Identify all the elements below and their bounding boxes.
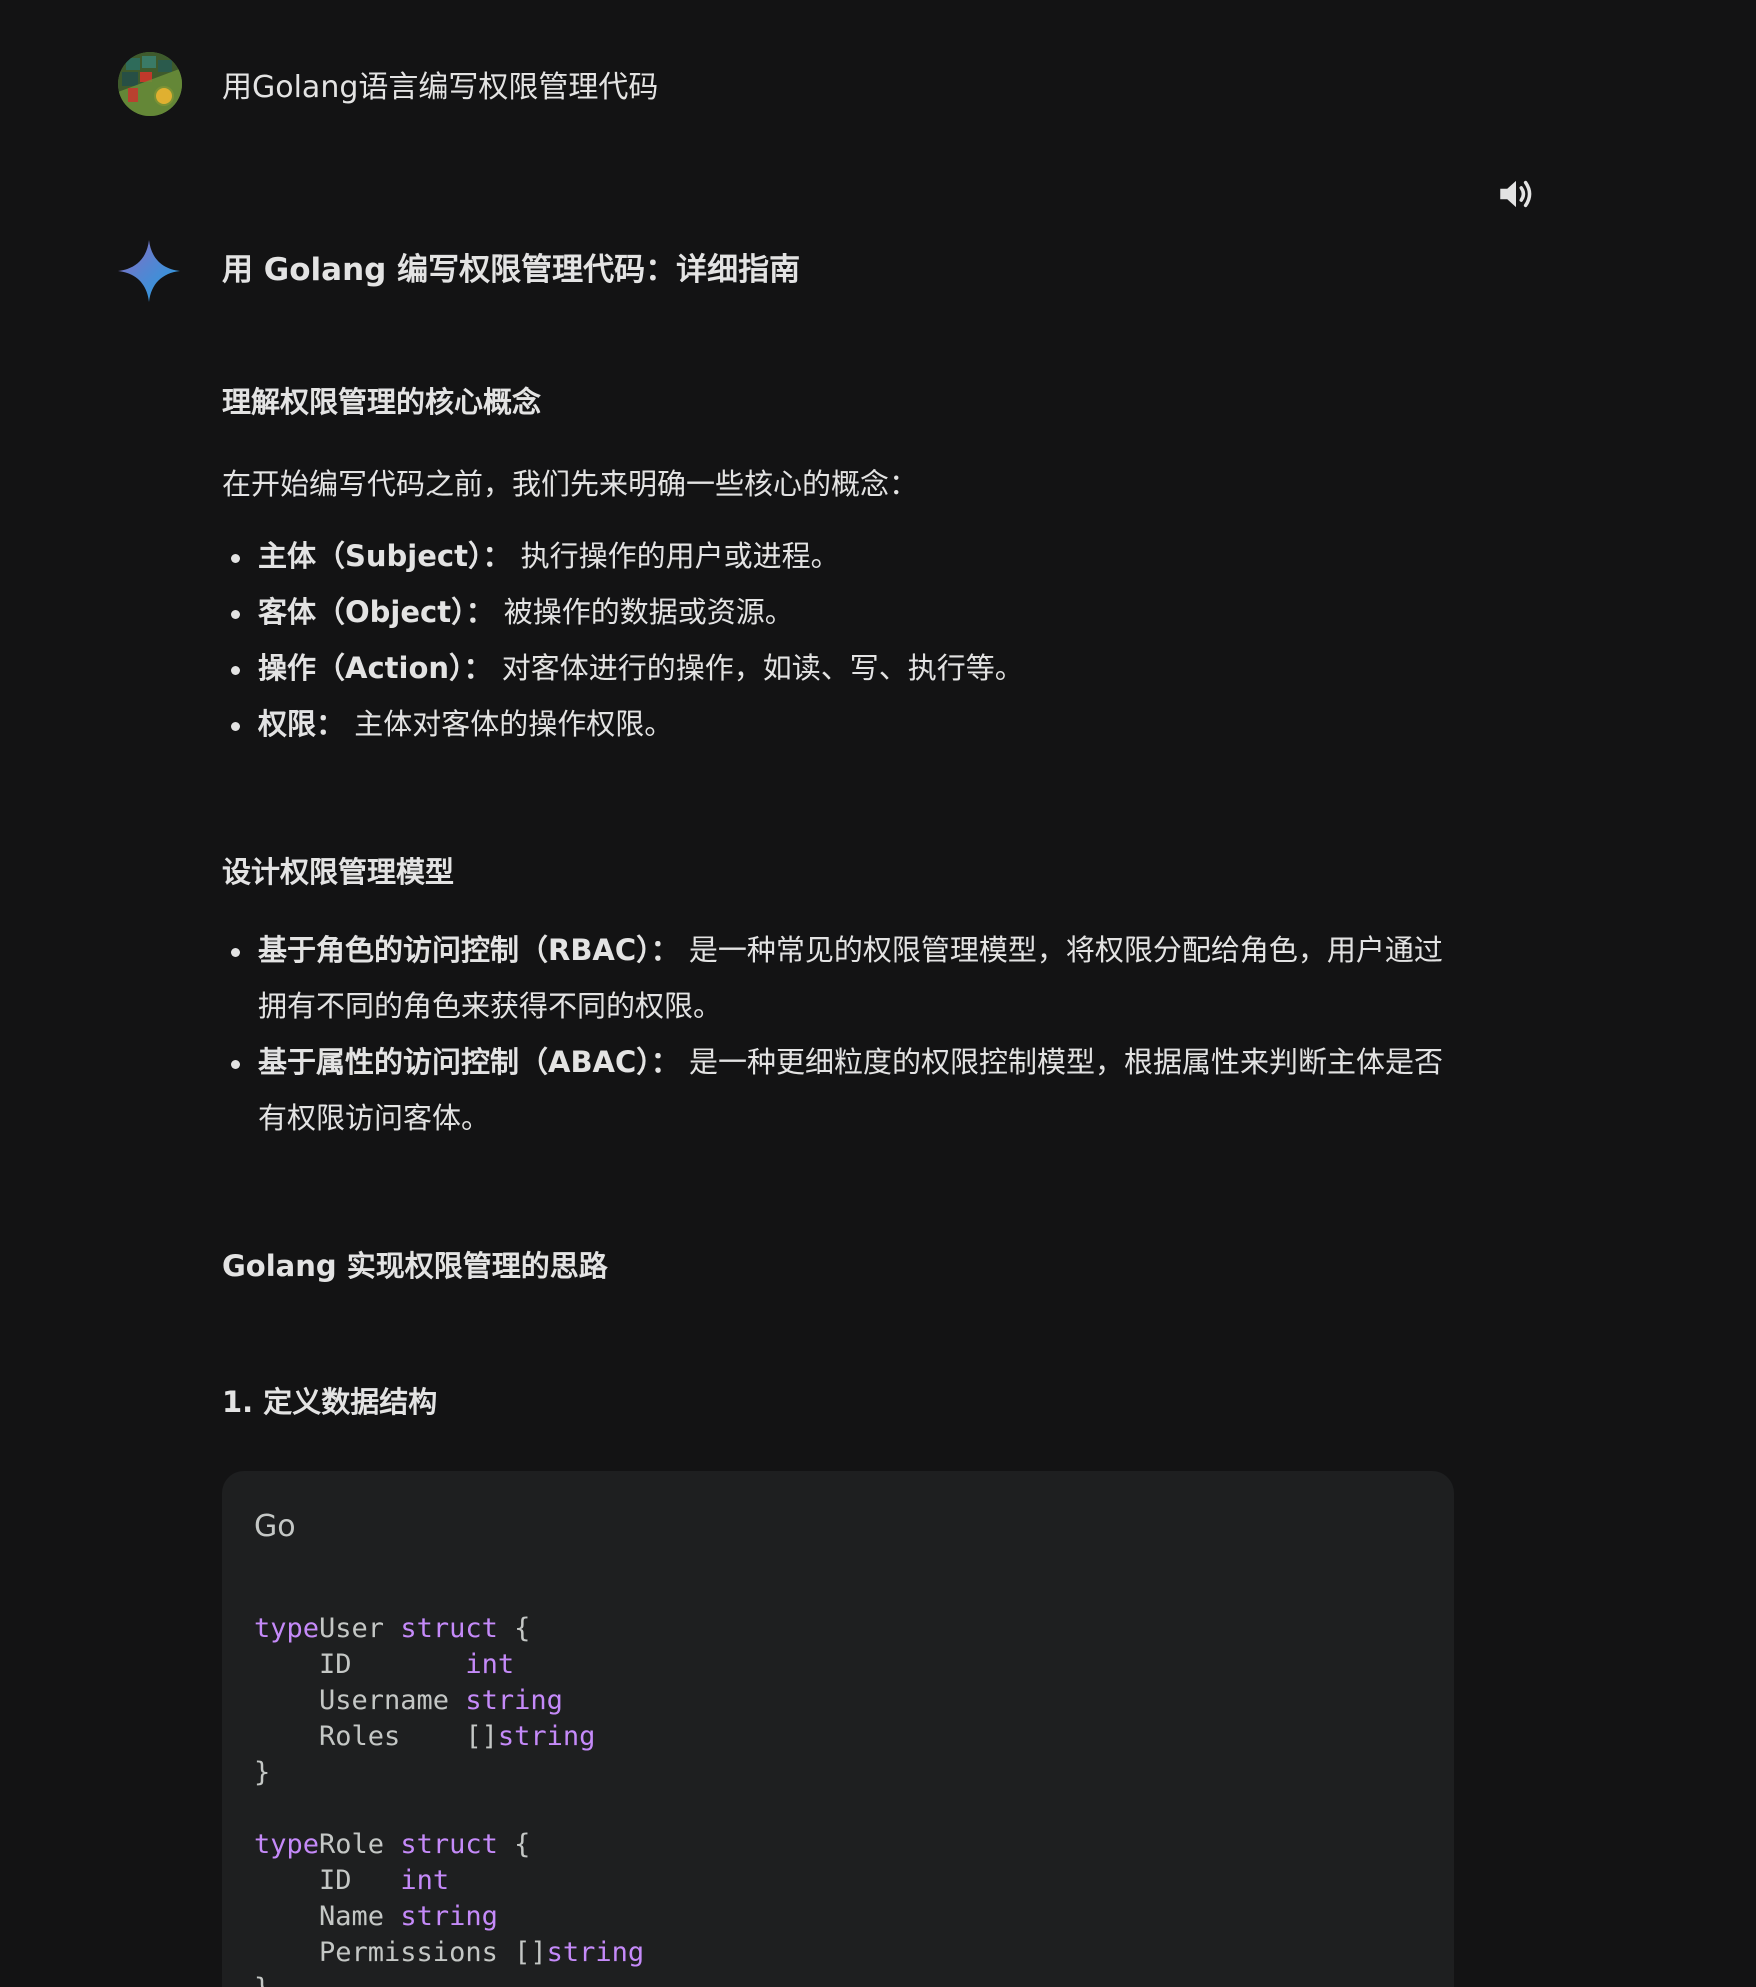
speaker-icon (1500, 180, 1532, 208)
code-block: Go typeUser struct { ID int Username str… (222, 1471, 1454, 1987)
code-line: typeUser struct { (254, 1613, 531, 1644)
section-heading-data-structures: 1. 定义数据结构 (222, 1385, 438, 1419)
prompt-text: 用Golang语言编写权限管理代码 (222, 70, 659, 105)
code-line: ID int (254, 1865, 450, 1896)
list-item: 基于角色的访问控制（RBAC）： 是一种常见的权限管理模型，将权限分配给角色，用… (222, 922, 1454, 1034)
list-item: 基于属性的访问控制（ABAC）： 是一种更细粒度的权限控制模型，根据属性来判断主… (222, 1034, 1454, 1146)
code-line: Username string (254, 1685, 563, 1716)
user-prompt: 用Golang语言编写权限管理代码 (118, 52, 658, 116)
section-intro: 在开始编写代码之前，我们先来明确一些核心的概念： (222, 467, 919, 501)
code-line: Permissions []string (254, 1937, 645, 1968)
gemini-spark-icon (118, 240, 180, 302)
response-content: 用 Golang 编写权限管理代码：详细指南 理解权限管理的核心概念 在开始编写… (222, 248, 1454, 1422)
concepts-list: 主体（Subject）： 执行操作的用户或进程。 客体（Object）： 被操作… (222, 528, 1454, 752)
code-content[interactable]: typeUser struct { ID int Username string… (254, 1611, 644, 1987)
code-language-label: Go (254, 1509, 296, 1544)
list-item: 主体（Subject）： 执行操作的用户或进程。 (222, 528, 1454, 584)
list-item: 客体（Object）： 被操作的数据或资源。 (222, 584, 1454, 640)
response-title: 用 Golang 编写权限管理代码：详细指南 (222, 252, 801, 288)
code-line: } (254, 1973, 270, 1987)
read-aloud-button[interactable] (1488, 166, 1544, 222)
code-line: } (254, 1757, 271, 1788)
code-line: ID int (254, 1649, 515, 1680)
section-heading-model: 设计权限管理模型 (222, 855, 455, 889)
list-item: 权限： 主体对客体的操作权限。 (222, 696, 1454, 752)
chat-page: 用Golang语言编写权限管理代码 用 Golang 编写权限管理代码：详细指南… (0, 0, 1756, 1987)
section-heading-approach: Golang 实现权限管理的思路 (222, 1249, 608, 1283)
section-heading-concepts: 理解权限管理的核心概念 (222, 385, 542, 419)
code-line: Name string (254, 1901, 498, 1932)
list-item: 操作（Action）： 对客体进行的操作，如读、写、执行等。 (222, 640, 1454, 696)
code-line: typeRole struct { (254, 1829, 531, 1860)
model-list: 基于角色的访问控制（RBAC）： 是一种常见的权限管理模型，将权限分配给角色，用… (222, 922, 1454, 1146)
user-avatar[interactable] (118, 52, 182, 116)
code-line: Roles []string (254, 1721, 596, 1752)
